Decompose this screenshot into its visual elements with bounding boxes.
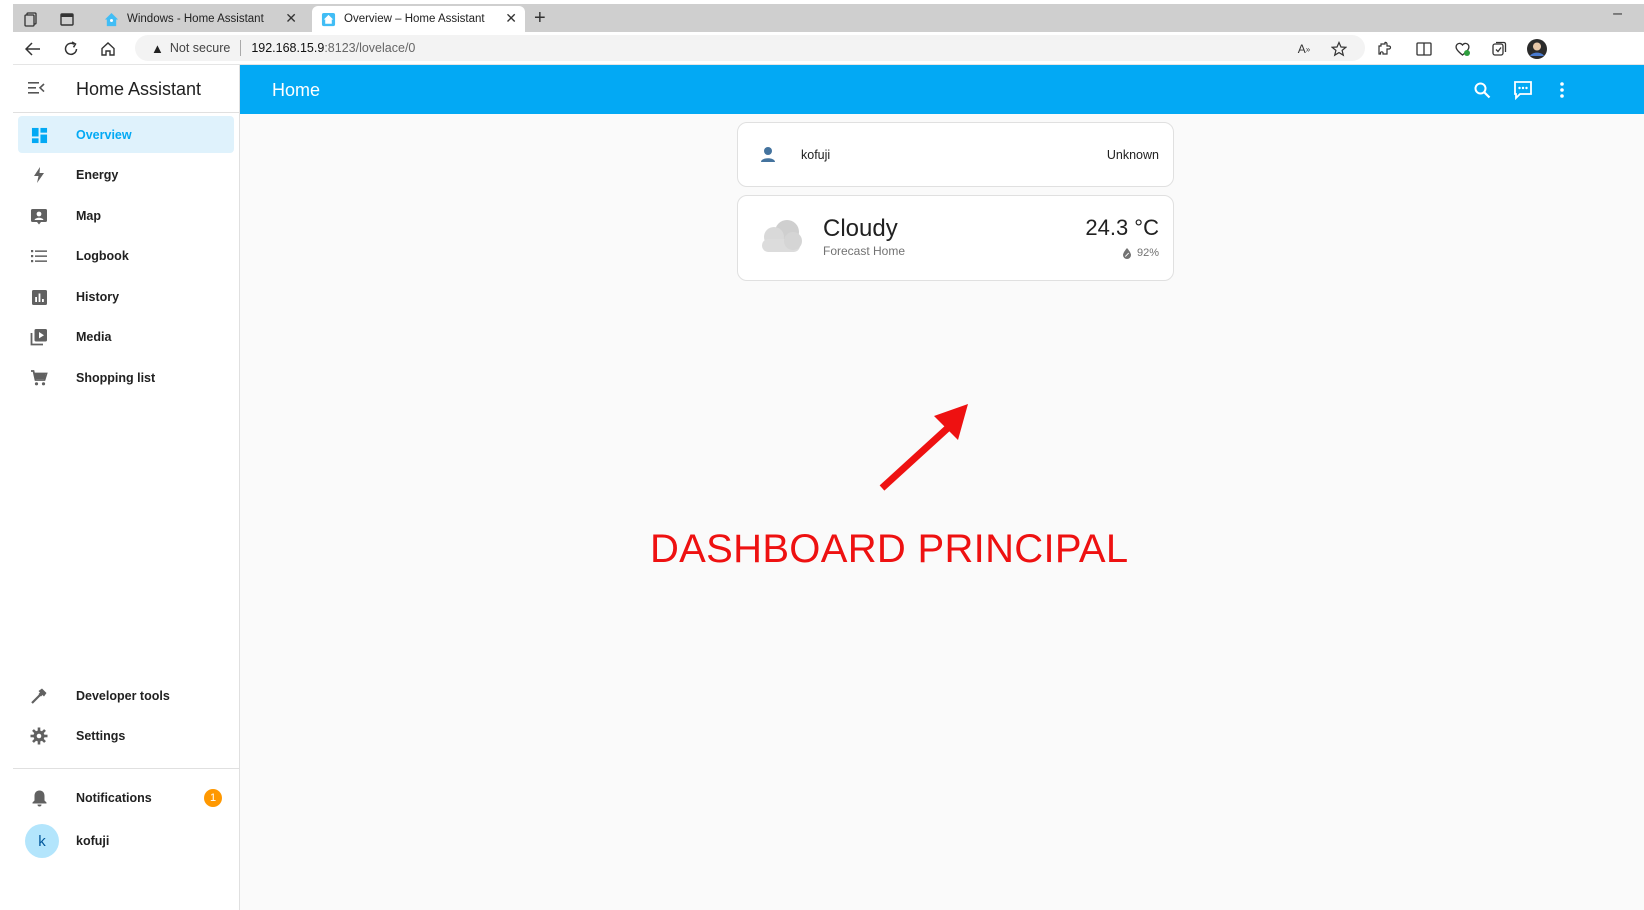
security-label[interactable]: Not secure [170, 41, 230, 55]
reload-icon[interactable] [60, 38, 82, 60]
warning-icon[interactable]: ▲ [151, 41, 164, 56]
humidity-value: 92% [1136, 247, 1159, 259]
logbook-icon [28, 245, 50, 267]
cloudy-weather-icon [754, 215, 806, 255]
person-icon [758, 145, 780, 167]
person-name: kofuji [801, 148, 831, 162]
sidebar-item-logbook[interactable]: Logbook [18, 237, 234, 274]
lightning-icon [28, 164, 50, 186]
url-divider [240, 40, 242, 56]
workspaces-icon[interactable] [23, 11, 39, 27]
map-icon [28, 205, 50, 227]
sidebar-item-shopping-list[interactable]: Shopping list [18, 359, 234, 396]
favorite-icon[interactable] [1328, 38, 1350, 60]
dashboard-icon [28, 124, 50, 146]
sidebar-item-map[interactable]: Map [18, 197, 234, 234]
notification-count-badge: 1 [204, 789, 222, 807]
tab-title: Windows - Home Assistant [127, 13, 264, 25]
sidebar-item-label: Notifications [76, 790, 152, 805]
history-chart-icon [28, 286, 50, 308]
bell-icon [28, 787, 50, 809]
sidebar-item-settings[interactable]: Settings [18, 717, 234, 754]
assist-icon[interactable] [1511, 78, 1535, 102]
split-screen-icon[interactable] [1413, 38, 1435, 60]
sidebar-item-history[interactable]: History [18, 278, 234, 315]
minimize-icon[interactable]: – [1613, 5, 1622, 23]
tab-actions-icon[interactable] [59, 11, 75, 27]
search-icon[interactable] [1470, 78, 1494, 102]
sidebar-divider [13, 768, 239, 769]
media-icon [28, 326, 50, 348]
sidebar-item-label: Shopping list [76, 370, 156, 385]
sidebar-item-user[interactable]: k kofuji [18, 820, 234, 862]
extensions-icon[interactable] [1373, 38, 1395, 60]
sidebar-item-label: Developer tools [76, 688, 170, 703]
profile-icon[interactable] [1526, 38, 1548, 60]
home-assistant-favicon-icon [103, 11, 119, 27]
gear-icon [28, 725, 50, 747]
weather-temperature: 24.3 °C [1085, 215, 1159, 240]
sidebar-item-notifications[interactable]: Notifications 1 [18, 779, 234, 816]
sidebar-item-media[interactable]: Media [18, 318, 234, 355]
sidebar-item-label: Overview [76, 127, 132, 142]
tab-overview-home-assistant[interactable]: Overview – Home Assistant ✕ [312, 6, 525, 32]
url-field[interactable]: ▲ Not secure 192.168.15.9 :8123/lovelace… [135, 35, 1365, 61]
annotation-label: DASHBOARD PRINCIPAL [650, 527, 1129, 571]
weather-source: Forecast Home [823, 244, 906, 258]
sidebar-item-energy[interactable]: Energy [18, 156, 234, 193]
sidebar-item-label: Media [76, 329, 112, 344]
home-icon[interactable] [97, 38, 119, 60]
dashboard-view: kofuji Unknown Cloudy Forecast Home 24.3… [240, 114, 1644, 910]
avatar: k [25, 824, 59, 858]
close-tab-icon[interactable]: ✕ [285, 10, 297, 27]
weather-condition: Cloudy [823, 215, 898, 242]
home-assistant-favicon-icon [320, 11, 336, 27]
app-toolbar: Home [240, 65, 1644, 114]
new-tab-icon[interactable]: + [534, 7, 546, 30]
sidebar-header: Home Assistant [13, 65, 239, 113]
page-title: Home [272, 80, 321, 100]
collections-icon[interactable] [1488, 38, 1510, 60]
weather-humidity: 92% [1122, 247, 1159, 259]
collapse-menu-icon[interactable] [26, 78, 50, 100]
hammer-icon [28, 685, 50, 707]
close-tab-icon[interactable]: ✕ [505, 10, 517, 27]
sidebar-item-label: Energy [76, 167, 119, 182]
sidebar-item-developer-tools[interactable]: Developer tools [18, 677, 234, 714]
browser-address-bar: ▲ Not secure 192.168.15.9 :8123/lovelace… [13, 32, 1644, 65]
browser-tab-bar: Windows - Home Assistant ✕ Overview – Ho… [13, 4, 1644, 32]
read-aloud-icon[interactable]: A» [1293, 38, 1315, 60]
screen: Windows - Home Assistant ✕ Overview – Ho… [0, 0, 1644, 910]
cart-icon [28, 367, 50, 389]
browser-essentials-icon[interactable] [1451, 38, 1473, 60]
tab-windows-home-assistant[interactable]: Windows - Home Assistant ✕ [95, 6, 305, 32]
sidebar-title: Home Assistant [76, 79, 202, 99]
sidebar-item-overview[interactable]: Overview [18, 116, 234, 153]
sidebar-item-label: Map [76, 208, 101, 223]
sidebar-item-label: Settings [76, 728, 126, 743]
tab-title: Overview – Home Assistant [344, 13, 485, 25]
weather-forecast-card[interactable]: Cloudy Forecast Home 24.3 °C 92% [737, 195, 1174, 281]
back-icon[interactable] [22, 38, 44, 60]
humidity-icon [1122, 248, 1131, 259]
url-path: :8123/lovelace/0 [324, 41, 416, 55]
url-host: 192.168.15.9 [251, 41, 325, 55]
sidebar-item-label: History [76, 289, 120, 304]
sidebar: Home Assistant Overview Energy Map Logbo [13, 65, 240, 910]
sidebar-item-label: Logbook [76, 248, 129, 263]
more-options-icon[interactable] [1550, 78, 1574, 102]
person-entity-card[interactable]: kofuji Unknown [737, 122, 1174, 187]
annotation-arrow [879, 404, 968, 491]
person-state: Unknown [1106, 148, 1159, 162]
sidebar-item-label: kofuji [76, 834, 110, 848]
